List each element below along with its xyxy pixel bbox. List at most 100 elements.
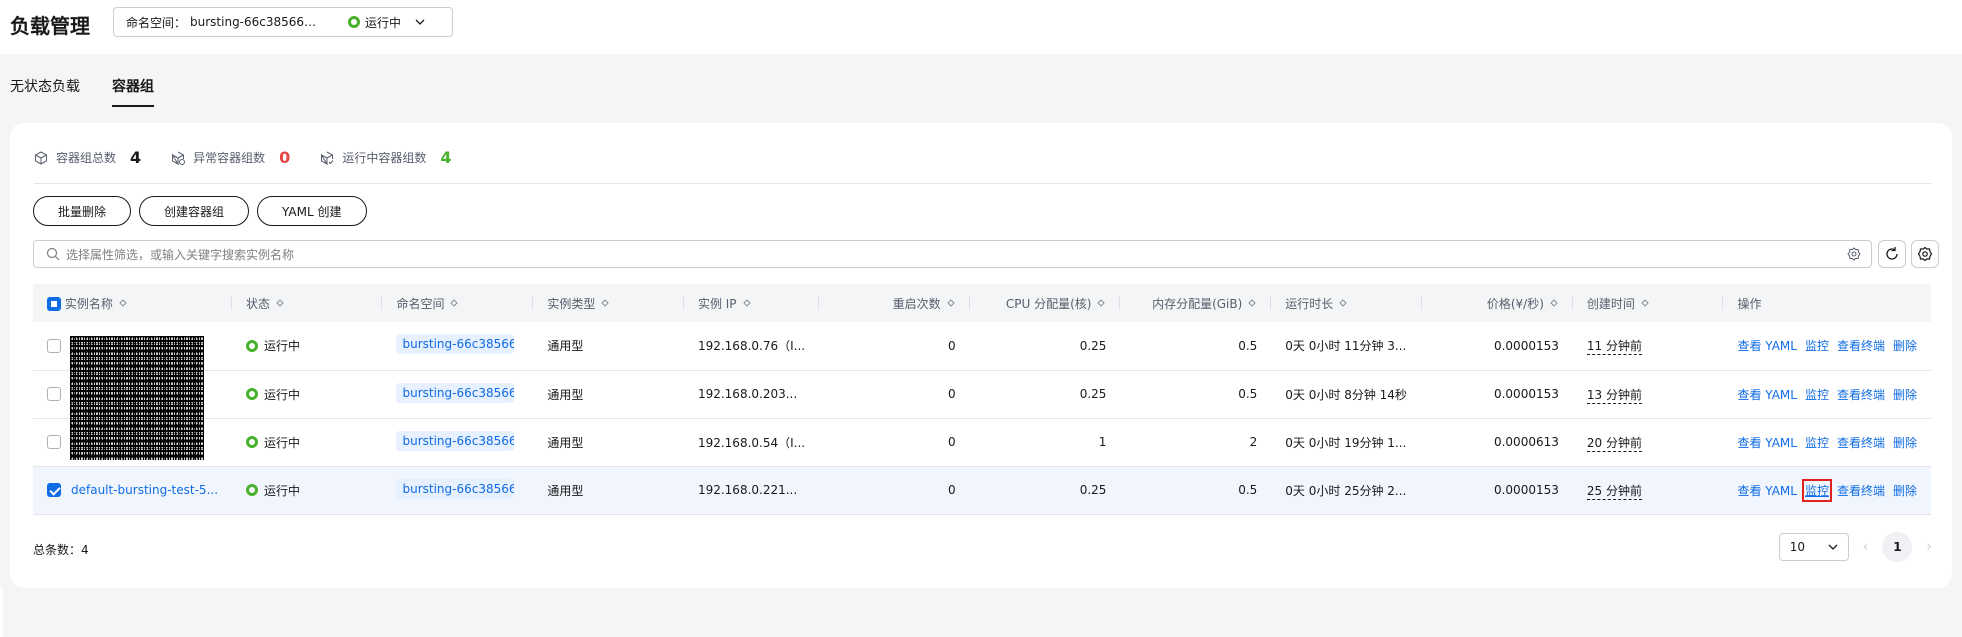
created-time: 11 分钟前 — [1586, 339, 1642, 356]
price-value: 0.0000153 — [1493, 338, 1559, 353]
table-row: 运行中 bursting-66c38566-8b 通用型 192.168.0.2… — [33, 370, 1931, 418]
table-header-row: 实例名称 状态 命名空间 实例类型 实例 IP 重启次数 CPU 分配量(核) … — [33, 284, 1931, 322]
tab-pods[interactable]: 容器组 — [112, 76, 154, 107]
table-settings-button[interactable] — [1911, 240, 1939, 268]
col-status[interactable]: 状态 — [232, 284, 383, 322]
stat-abnormal-label: 异常容器组数 — [193, 151, 266, 165]
delete-link[interactable]: 删除 — [1893, 434, 1917, 451]
delete-link[interactable]: 删除 — [1893, 482, 1917, 499]
sort-icon — [946, 299, 955, 307]
instance-type: 通用型 — [547, 483, 584, 498]
row-checkbox[interactable] — [47, 483, 61, 497]
restart-count: 0 — [947, 387, 956, 401]
instance-name-link[interactable]: default-bursting-test-5... — [71, 483, 218, 497]
gear-icon — [1917, 246, 1933, 262]
page-size-select[interactable]: 10 — [1778, 533, 1849, 561]
instance-type: 通用型 — [547, 387, 584, 402]
stat-total-label: 容器组总数 — [56, 151, 117, 165]
sort-icon — [1641, 299, 1649, 307]
status-cell: 运行中 — [246, 386, 368, 403]
status-cell: 运行中 — [246, 337, 368, 354]
col-memory[interactable]: 内存分配量(GiB) — [1120, 284, 1272, 322]
created-time: 13 分钟前 — [1586, 387, 1642, 404]
left-edge — [0, 588, 3, 637]
col-instance-type[interactable]: 实例类型 — [533, 284, 684, 322]
col-restarts[interactable]: 重启次数 — [819, 284, 970, 322]
select-all-checkbox[interactable] — [47, 297, 61, 311]
refresh-button[interactable] — [1878, 240, 1906, 268]
sort-icon — [601, 299, 610, 307]
row-checkbox[interactable] — [47, 387, 61, 402]
cpu-value: 1 — [1098, 435, 1107, 449]
pagination: 10 ‹ 1 › — [1778, 532, 1932, 562]
monitor-link[interactable]: 监控 — [1805, 434, 1829, 451]
view-terminal-link[interactable]: 查看终端 — [1837, 386, 1885, 403]
price-value: 0.0000613 — [1493, 435, 1559, 449]
sort-icon — [450, 299, 459, 307]
running-status-icon — [246, 339, 259, 352]
restart-count: 0 — [947, 338, 956, 353]
stat-running-pods: 运行中容器组数 4 — [320, 148, 451, 167]
view-yaml-link[interactable]: 查看 YAML — [1737, 482, 1796, 499]
status-cell: 运行中 — [246, 482, 368, 499]
col-namespace[interactable]: 命名空间 — [382, 284, 534, 322]
view-terminal-link[interactable]: 查看终端 — [1837, 434, 1885, 451]
search-input[interactable]: 选择属性筛选，或输入关键字搜索实例名称 — [33, 240, 1872, 268]
create-pod-button[interactable]: 创建容器组 — [139, 196, 250, 226]
col-ip[interactable]: 实例 IP — [684, 284, 820, 322]
view-terminal-link[interactable]: 查看终端 — [1837, 482, 1885, 499]
page-title: 负载管理 — [10, 14, 90, 38]
sort-icon — [1339, 299, 1348, 307]
delete-link[interactable]: 删除 — [1893, 386, 1917, 403]
view-yaml-link[interactable]: 查看 YAML — [1737, 337, 1796, 354]
batch-delete-button[interactable]: 批量删除 — [33, 196, 132, 226]
namespace-label: 命名空间： — [126, 15, 187, 30]
col-actions: 操作 — [1737, 296, 1762, 311]
delete-link[interactable]: 删除 — [1893, 337, 1917, 354]
sort-icon — [1550, 299, 1558, 307]
col-cpu[interactable]: CPU 分配量(核) — [970, 284, 1121, 322]
restart-count: 0 — [947, 435, 956, 449]
redacted-name-image — [70, 336, 204, 460]
namespace-tag[interactable]: bursting-66c38566-8b — [396, 382, 515, 403]
filter-settings-icon[interactable] — [1847, 247, 1861, 261]
namespace-tag[interactable]: bursting-66c38566-8b — [396, 430, 515, 451]
monitor-link[interactable]: 监控 — [1801, 478, 1832, 502]
monitor-link[interactable]: 监控 — [1805, 386, 1829, 403]
namespace-tag[interactable]: bursting-66c38566-8b — [396, 478, 515, 499]
uptime-value: 0天 0小时 8分钟 14秒 — [1285, 387, 1407, 402]
total-count: 总条数：4 — [33, 543, 89, 557]
next-page-icon[interactable]: › — [1926, 539, 1932, 555]
col-price[interactable]: 价格(¥/秒) — [1422, 284, 1573, 322]
created-time: 25 分钟前 — [1586, 483, 1642, 500]
pods-card: 容器组总数 4 异常容器组数 0 运行中容器组数 4 批量删除 创建容器组 YA… — [10, 123, 1952, 588]
created-time: 20 分钟前 — [1586, 435, 1642, 452]
col-created[interactable]: 创建时间 — [1573, 284, 1724, 322]
cpu-value: 0.25 — [1079, 338, 1107, 353]
view-yaml-link[interactable]: 查看 YAML — [1737, 386, 1796, 403]
status-cell: 运行中 — [246, 434, 368, 451]
current-page[interactable]: 1 — [1882, 532, 1913, 562]
namespace-select[interactable]: 命名空间： bursting-66c38566-8b... 运行中 — [113, 7, 453, 37]
row-checkbox[interactable] — [47, 339, 61, 353]
namespace-tag[interactable]: bursting-66c38566-8b — [396, 334, 515, 355]
view-yaml-link[interactable]: 查看 YAML — [1737, 434, 1796, 451]
namespace-value: bursting-66c38566-8b... — [190, 15, 320, 29]
col-name[interactable]: 实例名称 — [33, 284, 233, 322]
instance-ip: 192.168.0.221... — [697, 483, 798, 497]
monitor-link[interactable]: 监控 — [1805, 337, 1829, 354]
page-size-value: 10 — [1789, 540, 1806, 554]
prev-page-icon[interactable]: ‹ — [1863, 539, 1869, 555]
running-status-icon — [246, 484, 259, 496]
price-value: 0.0000153 — [1493, 483, 1559, 497]
tab-stateless-workload[interactable]: 无状态负载 — [10, 76, 80, 107]
stats-bar: 容器组总数 4 异常容器组数 0 运行中容器组数 4 — [34, 148, 451, 167]
pods-table: 实例名称 状态 命名空间 实例类型 实例 IP 重启次数 CPU 分配量(核) … — [33, 284, 1931, 515]
row-checkbox[interactable] — [47, 435, 61, 450]
refresh-icon — [1886, 247, 1898, 260]
yaml-create-button[interactable]: YAML 创建 — [257, 196, 367, 226]
stat-running-value: 4 — [440, 148, 452, 167]
view-terminal-link[interactable]: 查看终端 — [1837, 337, 1885, 354]
col-uptime[interactable]: 运行时长 — [1271, 284, 1423, 322]
memory-value: 2 — [1249, 435, 1258, 449]
